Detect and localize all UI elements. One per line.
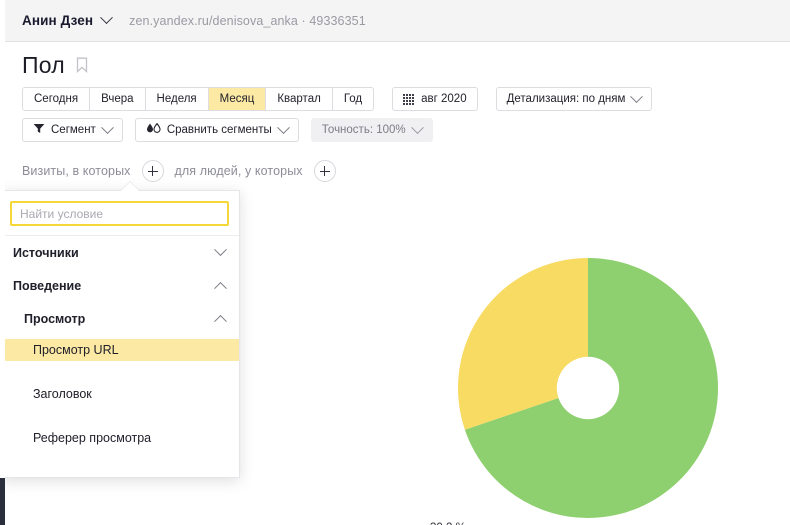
page-title: Пол (22, 52, 65, 79)
dropdown-group-label: Поведение (13, 279, 81, 293)
period-button-month[interactable]: Месяц (209, 88, 267, 110)
chevron-up-icon (214, 282, 227, 295)
list-item[interactable]: Реферер просмотра (0, 427, 239, 449)
segment-button-label: Сегмент (51, 124, 96, 136)
donut-svg[interactable] (400, 230, 790, 525)
dropdown-group-label: Просмотр (24, 312, 85, 326)
dropdown-caret (121, 182, 139, 191)
toolbar-segment-row: Сегмент Сравнить сегменты Точность: 100% (22, 118, 433, 142)
list-item[interactable]: Просмотр URL (0, 339, 239, 361)
calendar-grid-icon (403, 94, 414, 105)
period-button-today[interactable]: Сегодня (23, 88, 90, 110)
list-spacer (0, 405, 239, 427)
bookmark-icon[interactable] (76, 57, 88, 78)
add-visit-condition-button[interactable] (142, 160, 164, 182)
accuracy-label: Точность: 100% (322, 124, 406, 136)
date-picker-button[interactable]: авг 2020 (392, 87, 477, 111)
period-button-week[interactable]: Неделя (146, 88, 209, 110)
chevron-down-icon (411, 121, 424, 134)
donut-slice[interactable] (458, 258, 588, 430)
page-scrollbar[interactable] (0, 0, 5, 525)
accuracy-button[interactable]: Точность: 100% (311, 118, 433, 142)
compare-segments-label: Сравнить сегменты (167, 124, 272, 136)
date-picker-label: авг 2020 (421, 93, 466, 105)
page-scrollbar-thumb[interactable] (0, 0, 5, 478)
list-spacer (0, 361, 239, 383)
list-item[interactable]: Заголовок (0, 383, 239, 405)
chevron-down-icon (631, 90, 644, 103)
dropdown-group-sources[interactable]: Источники (0, 240, 239, 265)
account-topbar: Анин Дзен zen.yandex.ru/denisova_anka · … (5, 0, 790, 42)
condition-dropdown-panel: Источники Поведение Просмотр Просмотр UR… (0, 190, 240, 478)
filter-builder-row: Визиты, в которых для людей, у которых (22, 160, 347, 182)
period-button-year[interactable]: Год (333, 88, 373, 110)
chevron-down-icon (277, 121, 290, 134)
chevron-down-icon (101, 121, 114, 134)
detail-select-button[interactable]: Детализация: по дням (496, 87, 653, 111)
period-button-quarter[interactable]: Квартал (266, 88, 332, 110)
app-root: Анин Дзен zen.yandex.ru/denisova_anka · … (0, 0, 790, 525)
dropdown-group-behavior[interactable]: Поведение (0, 273, 239, 298)
search-input[interactable] (10, 201, 229, 226)
account-url-text: zen.yandex.ru/denisova_anka · 49336351 (129, 14, 366, 28)
funnel-icon (33, 123, 45, 137)
period-button-group: Сегодня Вчера Неделя Месяц Квартал Год (22, 87, 374, 111)
segment-button[interactable]: Сегмент (22, 118, 123, 142)
people-condition-label: для людей, у которых (175, 164, 303, 178)
visits-condition-label: Визиты, в которых (22, 164, 131, 178)
dropdown-group-label: Источники (13, 246, 79, 260)
dropdown-group-view[interactable]: Просмотр (0, 306, 239, 331)
list-item[interactable]: Час просмотра (0, 471, 239, 478)
detail-select-label: Детализация: по дням (507, 93, 626, 105)
chevron-down-icon (214, 243, 227, 256)
condition-list: Источники Поведение Просмотр Просмотр UR… (0, 236, 239, 478)
toolbar-period-row: Сегодня Вчера Неделя Месяц Квартал Год а… (22, 87, 652, 111)
compare-drops-icon (146, 123, 161, 137)
chevron-up-icon (214, 315, 227, 328)
account-name[interactable]: Анин Дзен (22, 13, 93, 28)
page-title-row: Пол (22, 52, 88, 79)
add-people-condition-button[interactable] (314, 160, 336, 182)
gender-donut-chart: 30,2 % 69,8 % (400, 230, 790, 525)
compare-segments-button[interactable]: Сравнить сегменты (135, 118, 299, 142)
list-spacer (0, 449, 239, 471)
dropdown-search-row (0, 191, 239, 236)
chevron-down-icon[interactable] (100, 11, 113, 24)
period-button-yesterday[interactable]: Вчера (90, 88, 145, 110)
